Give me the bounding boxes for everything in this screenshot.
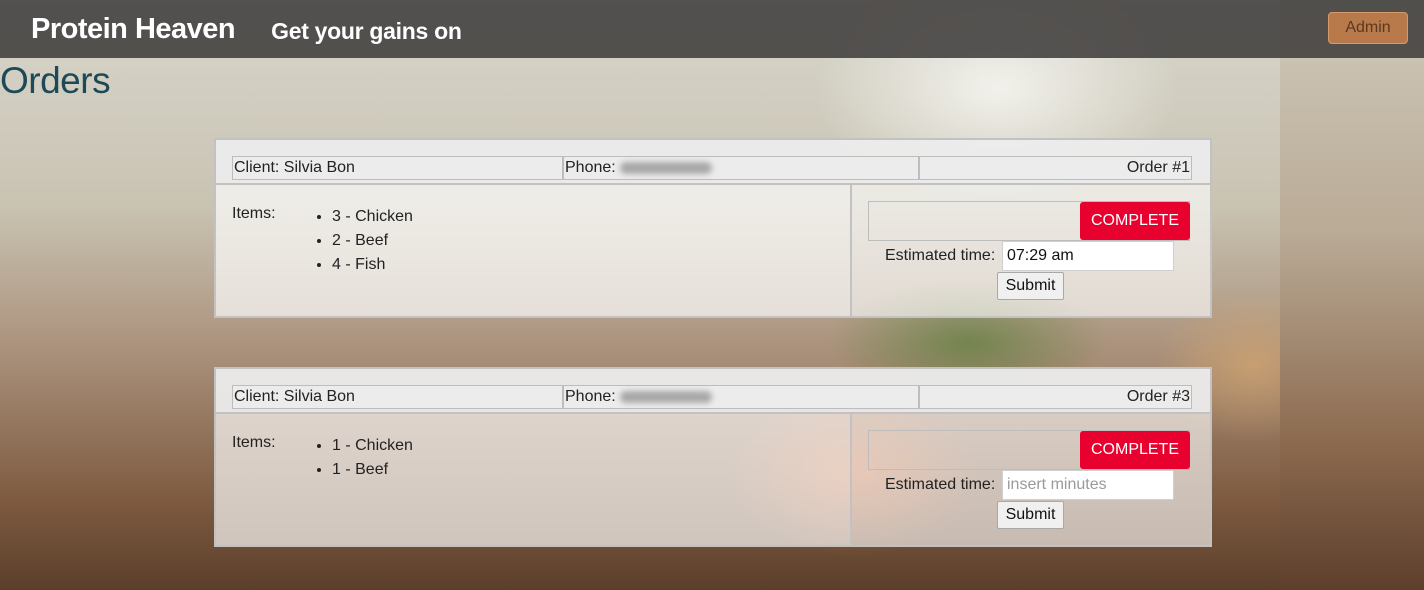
list-item: 4 - Fish: [332, 253, 413, 277]
order-header: Client: Silvia Bon Phone: Order #1: [216, 140, 1210, 185]
complete-row: COMPLETE: [868, 201, 1190, 241]
complete-button[interactable]: COMPLETE: [1080, 202, 1190, 240]
tagline: Get your gains on: [271, 17, 462, 44]
phone-label: Phone:: [565, 388, 616, 405]
order-card: Client: Silvia Bon Phone: Order #3 Items…: [214, 367, 1212, 547]
actions-panel: COMPLETE Estimated time: Submit: [852, 414, 1210, 545]
actions-panel: COMPLETE Estimated time: Submit: [852, 185, 1210, 316]
estimated-time-label: Estimated time:: [885, 247, 996, 264]
submit-button[interactable]: Submit: [997, 501, 1064, 529]
items-list: 3 - Chicken 2 - Beef 4 - Fish: [316, 205, 413, 277]
items-panel: Items: 1 - Chicken 1 - Beef: [216, 414, 852, 545]
estimated-time-label: Estimated time:: [885, 476, 996, 493]
brand-title[interactable]: Protein Heaven: [31, 13, 236, 46]
submit-button[interactable]: Submit: [997, 272, 1064, 300]
page-title: Orders: [0, 60, 111, 101]
order-card: Client: Silvia Bon Phone: Order #1 Items…: [214, 138, 1212, 318]
items-label: Items:: [232, 205, 276, 222]
phone-label: Phone:: [565, 159, 616, 176]
phone-field: Phone:: [563, 385, 919, 409]
complete-button[interactable]: COMPLETE: [1080, 431, 1190, 469]
phone-redacted: [619, 390, 712, 403]
client-name: Client: Silvia Bon: [232, 156, 563, 180]
order-header: Client: Silvia Bon Phone: Order #3: [216, 369, 1210, 414]
complete-row: COMPLETE: [868, 430, 1190, 470]
estimated-time-input[interactable]: [1002, 470, 1174, 500]
items-label: Items:: [232, 434, 276, 451]
list-item: 2 - Beef: [332, 229, 413, 253]
list-item: 1 - Chicken: [332, 434, 413, 458]
order-number: Order #1: [919, 156, 1192, 180]
items-panel: Items: 3 - Chicken 2 - Beef 4 - Fish: [216, 185, 852, 316]
phone-field: Phone:: [563, 156, 919, 180]
client-name: Client: Silvia Bon: [232, 385, 563, 409]
items-list: 1 - Chicken 1 - Beef: [316, 434, 413, 482]
navbar: Protein Heaven Get your gains on Admin: [0, 0, 1424, 58]
admin-button[interactable]: Admin: [1328, 12, 1408, 44]
estimated-time-input[interactable]: [1002, 241, 1174, 271]
background-photo-edge: [1280, 0, 1424, 590]
list-item: 1 - Beef: [332, 458, 413, 482]
phone-redacted: [619, 161, 712, 174]
order-number: Order #3: [919, 385, 1192, 409]
list-item: 3 - Chicken: [332, 205, 413, 229]
